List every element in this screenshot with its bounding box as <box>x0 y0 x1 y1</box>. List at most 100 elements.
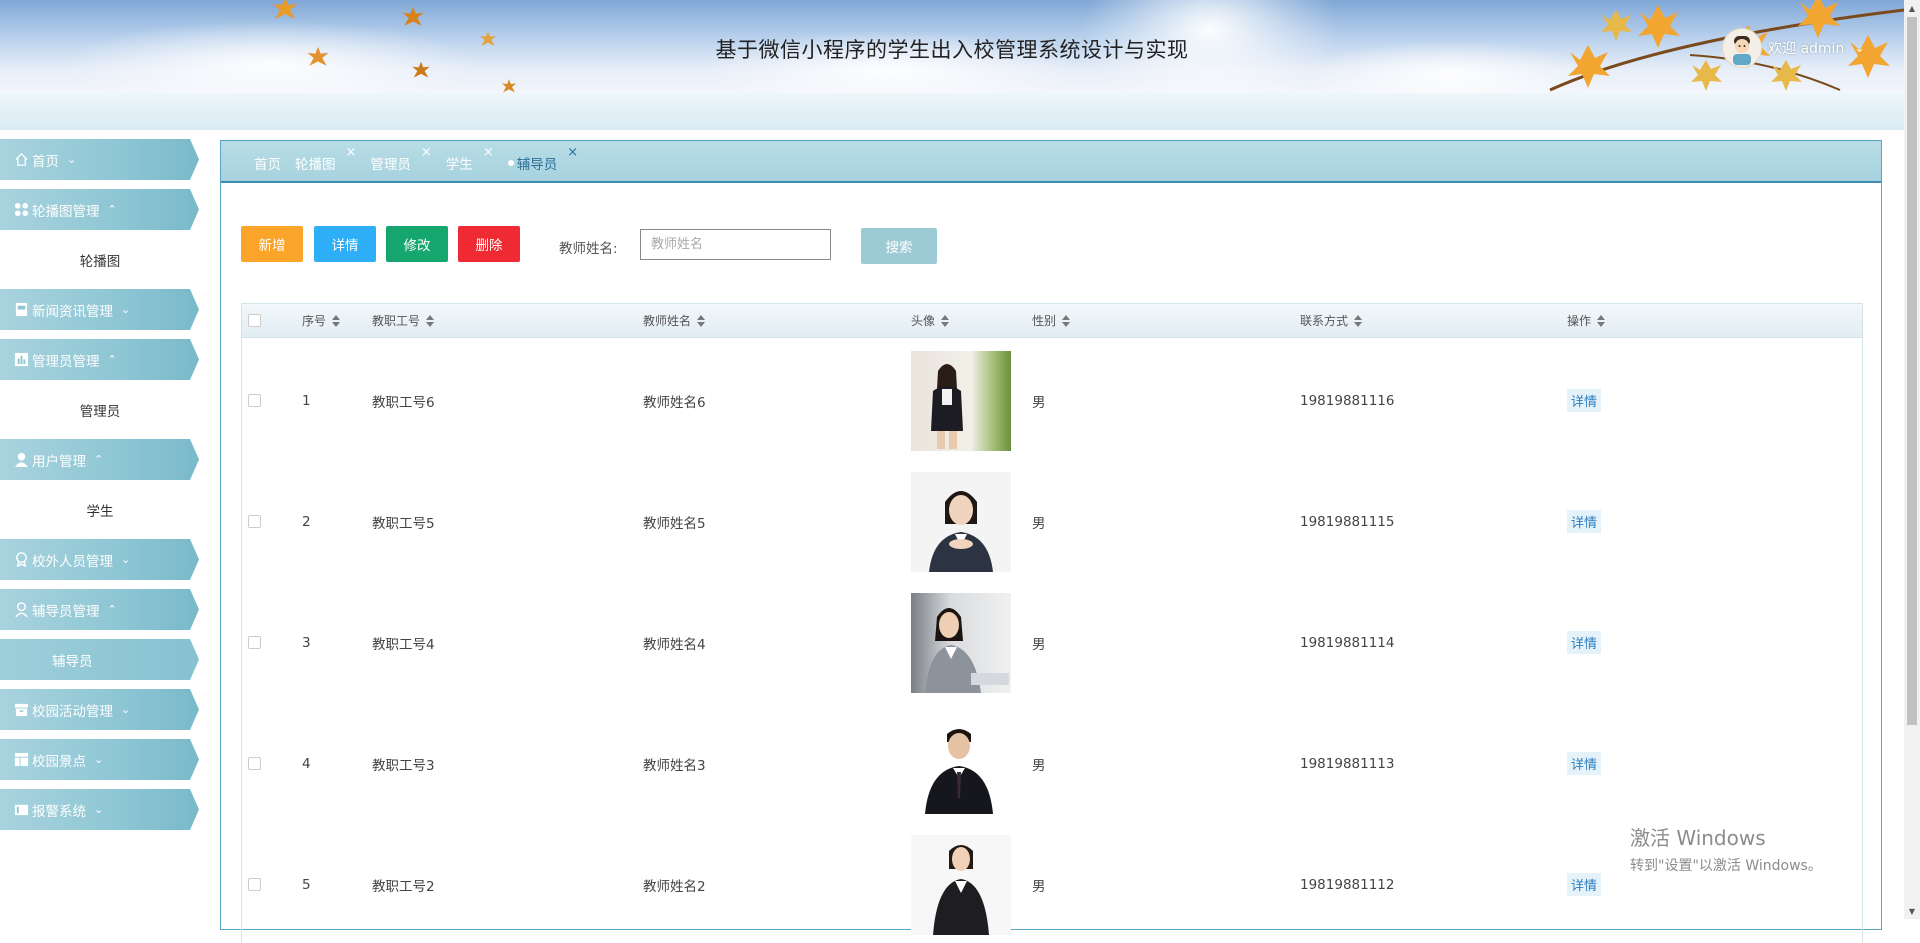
cell-name: 教师姓名5 <box>643 515 706 532</box>
row-detail-button[interactable]: 详情 <box>1567 631 1602 654</box>
row-checkbox[interactable] <box>248 878 261 891</box>
cell-gender: 男 <box>1032 757 1046 774</box>
tab-student[interactable]: 学生 × <box>445 145 494 173</box>
sidebar-subitem-student[interactable]: 学生 <box>0 489 200 530</box>
sort-icon[interactable] <box>941 314 950 327</box>
row-detail-button[interactable]: 详情 <box>1567 389 1602 412</box>
sidebar-item-label: 辅导员管理 <box>32 603 100 620</box>
chevron-down-icon: ⌄ <box>94 753 104 766</box>
close-icon[interactable]: × <box>567 145 578 160</box>
tab-label: 管理员 <box>370 157 411 173</box>
cell-gender: 男 <box>1032 515 1046 532</box>
add-button[interactable]: 新增 <box>241 226 303 262</box>
person-icon <box>13 602 29 618</box>
detail-button[interactable]: 详情 <box>314 226 376 262</box>
header-subbar <box>0 93 1904 130</box>
leaf-decoration <box>402 6 424 26</box>
scroll-down-arrow-icon[interactable]: ▼ <box>1904 903 1920 919</box>
sort-icon[interactable] <box>1062 314 1071 327</box>
chart-icon <box>13 352 29 368</box>
avatar-photo <box>911 713 1011 814</box>
column-header-phone[interactable]: 联系方式 <box>1300 304 1363 337</box>
sidebar-item-label: 校外人员管理 <box>32 553 113 570</box>
scrollbar-thumb[interactable] <box>1907 17 1917 725</box>
column-header-name[interactable]: 教师姓名 <box>643 304 706 337</box>
sidebar-subitem-counselor[interactable]: 辅导员 <box>0 639 199 680</box>
column-header-avatar[interactable]: 头像 <box>911 304 950 337</box>
cell-name: 教师姓名6 <box>643 394 706 411</box>
sidebar-item-scenic-spots[interactable]: 校园景点 ⌄ <box>0 739 199 780</box>
sort-icon[interactable] <box>697 314 706 327</box>
close-icon[interactable]: × <box>483 145 494 160</box>
table-row[interactable]: 4 教职工号3 教师姓名3 男 19819881113 详情 <box>242 703 1862 824</box>
tab-home[interactable]: 首页 <box>254 149 281 173</box>
avatar-photo <box>911 834 1011 935</box>
select-all-checkbox[interactable] <box>248 314 261 327</box>
row-checkbox[interactable] <box>248 394 261 407</box>
cell-gender: 男 <box>1032 878 1046 895</box>
cell-avatar <box>911 340 1011 461</box>
close-icon[interactable]: × <box>421 145 432 160</box>
sidebar-item-news-mgmt[interactable]: 新闻资讯管理 ⌄ <box>0 289 199 330</box>
windows-activation-watermark: 激活 Windows 转到"设置"以激活 Windows。 <box>1630 822 1822 875</box>
column-header-staff-id[interactable]: 教职工号 <box>372 304 435 337</box>
row-checkbox-cell <box>248 461 261 582</box>
sidebar-item-home[interactable]: 首页 ⌄ <box>0 139 199 180</box>
chevron-down-icon[interactable]: ⌄ <box>1854 41 1864 55</box>
sidebar-item-admin-mgmt[interactable]: 管理员管理 ⌃ <box>0 339 199 380</box>
sidebar-item-carousel-mgmt[interactable]: 轮播图管理 ⌃ <box>0 189 199 230</box>
cell-name: 教师姓名3 <box>643 757 706 774</box>
cell-gender: 男 <box>1032 636 1046 653</box>
tab-counselor[interactable]: 辅导员 × <box>507 145 578 173</box>
chevron-down-icon: ⌄ <box>67 153 77 166</box>
sort-icon[interactable] <box>1354 314 1363 327</box>
table-row[interactable]: 3 教职工号4 教师姓名4 男 19819881114 详情 <box>242 582 1862 703</box>
row-detail-button[interactable]: 详情 <box>1567 510 1602 533</box>
delete-button[interactable]: 删除 <box>458 226 520 262</box>
column-header-gender[interactable]: 性别 <box>1032 304 1071 337</box>
row-detail-button[interactable]: 详情 <box>1567 752 1602 775</box>
sidebar-item-label: 用户管理 <box>32 453 86 470</box>
sort-icon[interactable] <box>332 314 341 327</box>
tab-label: 学生 <box>445 157 473 173</box>
search-button[interactable]: 搜索 <box>861 228 937 264</box>
teacher-name-search-input[interactable] <box>640 229 831 260</box>
sidebar-item-counselor-mgmt[interactable]: 辅导员管理 ⌃ <box>0 589 199 630</box>
user-menu[interactable]: 欢迎 admin ⌄ <box>1722 26 1864 70</box>
sidebar-item-user-mgmt[interactable]: 用户管理 ⌃ <box>0 439 199 480</box>
sidebar-item-alarm-system[interactable]: 报警系统 ⌄ <box>0 789 199 830</box>
table-row[interactable]: 1 教职工号6 教师姓名6 男 19819881116 详情 <box>242 340 1862 461</box>
sidebar-item-label: 管理员管理 <box>32 353 100 370</box>
tab-admin[interactable]: 管理员 × <box>370 145 431 173</box>
sidebar-subitem-admin[interactable]: 管理员 <box>0 389 200 430</box>
column-header-index[interactable]: 序号 <box>302 304 341 337</box>
column-header-label: 序号 <box>302 314 327 328</box>
row-checkbox[interactable] <box>248 636 261 649</box>
cell-action: 详情 <box>1567 340 1602 461</box>
column-header-label: 头像 <box>911 314 936 328</box>
row-checkbox[interactable] <box>248 515 261 528</box>
leaf-decoration <box>273 0 297 19</box>
edit-button[interactable]: 修改 <box>386 226 448 262</box>
active-dot-icon <box>507 160 514 166</box>
table-row[interactable]: 5 教职工号2 教师姓名2 男 19819881112 详情 <box>242 824 1862 943</box>
table-row[interactable]: 2 教职工号5 教师姓名5 男 19819881115 详情 <box>242 461 1862 582</box>
apps-icon <box>13 202 29 218</box>
scroll-up-arrow-icon[interactable]: ▲ <box>1904 0 1920 16</box>
column-header-label: 操作 <box>1567 314 1592 328</box>
row-checkbox-cell <box>248 703 261 824</box>
sort-icon[interactable] <box>426 314 435 327</box>
sidebar-subitem-carousel[interactable]: 轮播图 <box>0 239 200 280</box>
cell-index: 5 <box>302 876 311 893</box>
tab-carousel[interactable]: 轮播图 × <box>295 145 356 173</box>
row-checkbox[interactable] <box>248 757 261 770</box>
sidebar-item-visitor-mgmt[interactable]: 校外人员管理 ⌄ <box>0 539 199 580</box>
cell-staff-id: 教职工号2 <box>372 878 435 895</box>
row-detail-button[interactable]: 详情 <box>1567 873 1602 896</box>
row-checkbox-cell <box>248 824 261 943</box>
sidebar-item-activity-mgmt[interactable]: 校园活动管理 ⌄ <box>0 689 199 730</box>
close-icon[interactable]: × <box>346 145 357 160</box>
page-scrollbar[interactable]: ▲ ▼ <box>1904 0 1920 919</box>
column-header-action[interactable]: 操作 <box>1567 304 1606 337</box>
sort-icon[interactable] <box>1597 314 1606 327</box>
